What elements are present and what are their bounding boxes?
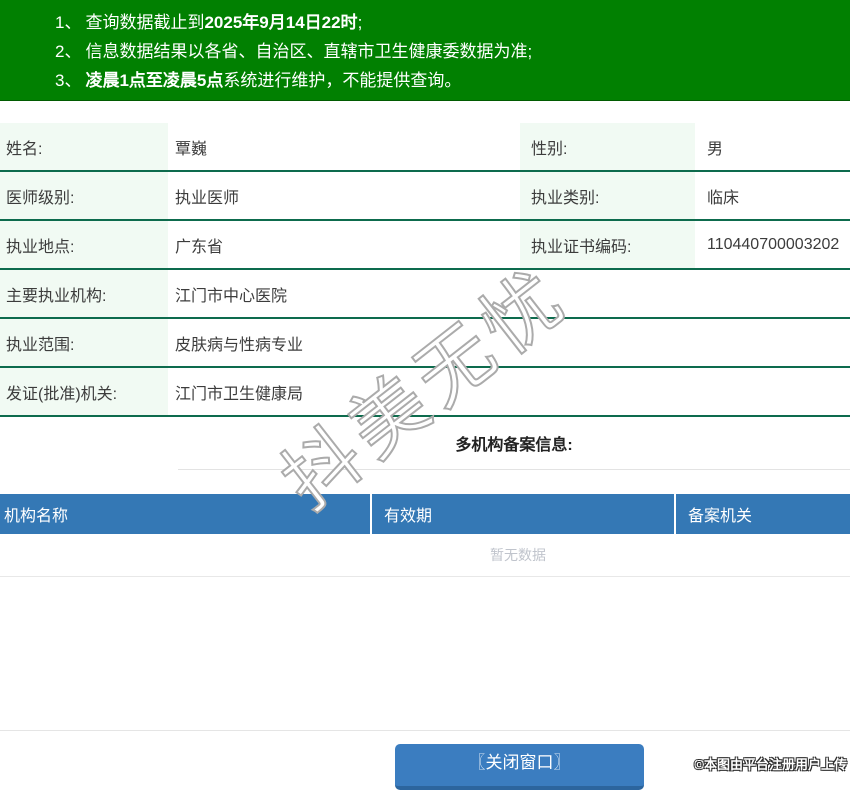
empty-data-row: 暂无数据 bbox=[0, 534, 850, 577]
close-window-button[interactable]: 〖关闭窗口〗 bbox=[395, 744, 644, 790]
notice-text: 查询数据截止到 bbox=[85, 13, 205, 32]
field-value-doctor-level: 执业医师 bbox=[175, 189, 240, 207]
notice-text: 信息数据结果以各省、自治区、直辖市卫生健康委数据为准; bbox=[85, 42, 533, 61]
table-row: 姓名: 覃巍 性别: 男 bbox=[0, 123, 850, 172]
field-value-practice-scope: 皮肤病与性病专业 bbox=[175, 336, 304, 354]
field-label-name: 姓名: bbox=[0, 123, 168, 170]
notice-line-2: 2、 信息数据结果以各省、自治区、直辖市卫生健康委数据为准; bbox=[55, 37, 850, 66]
field-label-issuing-authority: 发证(批准)机关: bbox=[0, 368, 168, 415]
field-label-main-institution: 主要执业机构: bbox=[0, 270, 168, 317]
column-header-validity-period: 有效期 bbox=[370, 494, 674, 534]
field-value-issuing-authority: 江门市卫生健康局 bbox=[175, 385, 304, 403]
notice-banner: 1、 查询数据截止到2025年9月14日22时; 2、 信息数据结果以各省、自治区、… bbox=[0, 0, 850, 101]
field-value-gender: 男 bbox=[707, 140, 724, 158]
notice-number: 3、 bbox=[55, 71, 82, 90]
table-row: 主要执业机构: 江门市中心医院 bbox=[0, 270, 850, 319]
notice-number: 1、 bbox=[55, 13, 82, 32]
table-row: 执业范围: 皮肤病与性病专业 bbox=[0, 319, 850, 368]
field-label-doctor-level: 医师级别: bbox=[0, 172, 168, 219]
field-label-practice-scope: 执业范围: bbox=[0, 319, 168, 366]
empty-data-text: 暂无数据 bbox=[490, 547, 546, 563]
copyright-watermark: ©本图由平台注册用户上传 bbox=[694, 757, 847, 772]
records-table-header: 机构名称 有效期 备案机关 bbox=[0, 494, 850, 534]
table-row: 医师级别: 执业医师 执业类别: 临床 bbox=[0, 172, 850, 221]
field-label-gender: 性别: bbox=[520, 123, 695, 170]
notice-bold-text: 凌晨1点至凌晨5点 bbox=[85, 71, 224, 90]
field-value-main-institution: 江门市中心医院 bbox=[175, 287, 288, 305]
field-value-name: 覃巍 bbox=[175, 140, 208, 158]
field-value-practice-category: 临床 bbox=[707, 189, 740, 207]
column-header-record-authority: 备案机关 bbox=[674, 494, 850, 534]
field-label-practice-location: 执业地点: bbox=[0, 221, 168, 268]
field-value-certificate-number: 110440700003202 bbox=[707, 235, 840, 253]
field-label-certificate-number: 执业证书编码: bbox=[520, 221, 695, 268]
table-row: 发证(批准)机关: 江门市卫生健康局 bbox=[0, 368, 850, 417]
multi-institution-section: 多机构备案信息: bbox=[178, 417, 850, 470]
field-label-practice-category: 执业类别: bbox=[520, 172, 695, 219]
notice-line-1: 1、 查询数据截止到2025年9月14日22时; bbox=[55, 8, 850, 37]
field-value-practice-location: 广东省 bbox=[175, 238, 224, 256]
notice-bold-text: 2025年9月14日22时 bbox=[204, 13, 358, 32]
notice-line-3: 3、 凌晨1点至凌晨5点系统进行维护，不能提供查询。 bbox=[55, 66, 850, 95]
section-title: 多机构备案信息: bbox=[455, 437, 573, 454]
footer-divider bbox=[0, 730, 850, 731]
column-header-institution-name: 机构名称 bbox=[4, 508, 69, 525]
practitioner-info-table: 姓名: 覃巍 性别: 男 医师级别: 执业医师 执业类别: 临床 执业地点: 广… bbox=[0, 123, 850, 417]
notice-number: 2、 bbox=[55, 42, 82, 61]
notice-text: ; bbox=[357, 13, 363, 32]
notice-text: 系统进行维护，不能提供查询。 bbox=[223, 71, 462, 90]
table-row: 执业地点: 广东省 执业证书编码: 110440700003202 bbox=[0, 221, 850, 270]
